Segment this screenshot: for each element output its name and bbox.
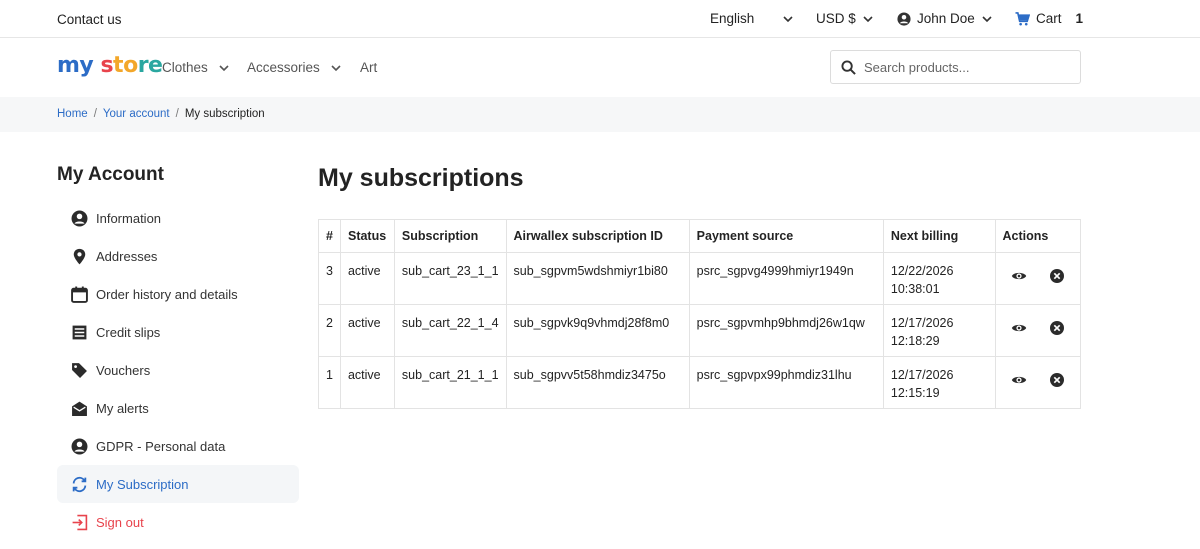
column-header: Airwallex subscription ID (505, 219, 690, 253)
cell-actions (994, 304, 1082, 357)
breadcrumb-separator: / (175, 108, 179, 120)
currency-label: USD $ (816, 11, 856, 26)
sync-icon (72, 476, 87, 492)
column-header: Next billing (882, 219, 996, 253)
language-selector[interactable]: English (710, 11, 794, 26)
breadcrumb: Home / Your account / My subscription (57, 108, 265, 120)
chevron-down-icon (219, 64, 229, 71)
cell-next-billing: 12/17/2026 12:18:29 (882, 304, 996, 357)
main-header: my store Clothes Accessories Art (0, 39, 1200, 96)
subscriptions-table: # Status Subscription Airwallex subscrip… (318, 219, 1082, 409)
nav-item-clothes[interactable]: Clothes (162, 60, 230, 75)
cell-status: active (339, 356, 395, 409)
tag-icon (72, 362, 87, 378)
account-menu: Information Addresses Order history and … (57, 199, 299, 541)
next-billing-time: 12:18:29 (890, 334, 940, 348)
cell-actions (994, 252, 1082, 305)
store-logo[interactable]: my store (57, 53, 163, 78)
location-pin-icon (73, 248, 86, 264)
column-header: Payment source (688, 219, 884, 253)
chevron-down-icon (982, 15, 992, 22)
next-billing-date: 12/17/2026 (890, 368, 954, 382)
calendar-icon (71, 286, 88, 303)
breadcrumb-account[interactable]: Your account (103, 108, 170, 120)
cart-icon (1015, 11, 1030, 25)
table-row: 2 active sub_cart_22_1_4 sub_sgpvk9q9vhm… (318, 304, 1082, 357)
sidebar-item-sign-out[interactable]: Sign out (57, 503, 299, 541)
search-icon[interactable] (841, 59, 856, 75)
sidebar-item-gdpr[interactable]: GDPR - Personal data (57, 427, 299, 465)
eye-icon[interactable] (1011, 372, 1027, 388)
document-lines-icon (72, 325, 87, 339)
next-billing-time: 10:38:01 (890, 282, 940, 296)
contact-link[interactable]: Contact us (57, 12, 122, 27)
table-header-row: # Status Subscription Airwallex subscrip… (318, 219, 1082, 253)
next-billing-time: 12:15:19 (890, 386, 940, 400)
nav-item-accessories[interactable]: Accessories (247, 60, 342, 75)
cell-next-billing: 12/17/2026 12:15:19 (882, 356, 996, 409)
cell-number: 1 (318, 356, 341, 409)
cancel-circle-icon[interactable] (1049, 320, 1065, 336)
sidebar-item-my-alerts[interactable]: My alerts (57, 389, 299, 427)
cancel-circle-icon[interactable] (1049, 372, 1065, 388)
user-circle-icon (71, 210, 88, 226)
user-menu[interactable]: John Doe (897, 11, 993, 26)
cart-button[interactable]: Cart 1 (1015, 11, 1083, 26)
sidebar-item-information[interactable]: Information (57, 199, 299, 237)
sidebar-title: My Account (57, 164, 164, 185)
cancel-circle-icon[interactable] (1049, 268, 1065, 284)
nav-item-art[interactable]: Art (360, 60, 377, 75)
cell-actions (994, 356, 1082, 409)
cell-payment-source: psrc_sgpvg4999hmiyr1949n (688, 252, 884, 305)
cell-airwallex-id: sub_sgpvv5t58hmdiz3475o (505, 356, 690, 409)
eye-icon[interactable] (1011, 320, 1027, 336)
sidebar-item-vouchers[interactable]: Vouchers (57, 351, 299, 389)
table-row: 1 active sub_cart_21_1_1 sub_sgpvv5t58hm… (318, 356, 1082, 409)
next-billing-date: 12/22/2026 (890, 264, 954, 278)
currency-selector[interactable]: USD $ (816, 11, 874, 26)
page-title: My subscriptions (318, 164, 524, 192)
eye-icon[interactable] (1011, 268, 1027, 284)
cell-airwallex-id: sub_sgpvk9q9vhmdj28f8m0 (505, 304, 690, 357)
cart-count-badge: 1 (1075, 11, 1084, 26)
column-header: Status (339, 219, 395, 253)
cart-label: Cart (1036, 11, 1062, 26)
chevron-down-icon (331, 64, 341, 71)
cell-airwallex-id: sub_sgpvm5wdshmiyr1bi80 (505, 252, 690, 305)
cell-subscription: sub_cart_21_1_1 (393, 356, 507, 409)
cell-status: active (339, 252, 395, 305)
search-box (830, 50, 1081, 84)
column-header: # (318, 219, 341, 253)
cell-subscription: sub_cart_22_1_4 (393, 304, 507, 357)
user-circle-icon (71, 438, 88, 454)
cell-number: 2 (318, 304, 341, 357)
envelope-open-icon (72, 401, 87, 416)
sidebar-item-order-history[interactable]: Order history and details (57, 275, 299, 313)
breadcrumb-bar: Home / Your account / My subscription (0, 97, 1200, 132)
chevron-down-icon (863, 15, 873, 22)
breadcrumb-home[interactable]: Home (57, 108, 88, 120)
search-input[interactable] (864, 59, 1064, 75)
cell-payment-source: psrc_sgpvpx99phmdiz31lhu (688, 356, 884, 409)
user-name: John Doe (917, 11, 975, 26)
cell-number: 3 (318, 252, 341, 305)
cell-payment-source: psrc_sgpvmhp9bhmdj26w1qw (688, 304, 884, 357)
next-billing-date: 12/17/2026 (890, 316, 954, 330)
sign-out-icon (72, 514, 88, 530)
column-header: Subscription (393, 219, 507, 253)
sidebar-item-credit-slips[interactable]: Credit slips (57, 313, 299, 351)
table-row: 3 active sub_cart_23_1_1 sub_sgpvm5wdshm… (318, 252, 1082, 305)
breadcrumb-separator: / (93, 108, 97, 120)
breadcrumb-current: My subscription (184, 108, 265, 120)
sidebar-item-my-subscription[interactable]: My Subscription (57, 465, 299, 503)
chevron-down-icon (783, 15, 793, 22)
cell-next-billing: 12/22/2026 10:38:01 (882, 252, 996, 305)
top-bar: Contact us English USD $ John Doe Cart 1 (0, 0, 1200, 38)
user-circle-icon (897, 11, 911, 26)
cell-status: active (339, 304, 395, 357)
sidebar-item-addresses[interactable]: Addresses (57, 237, 299, 275)
language-label: English (710, 11, 755, 26)
cell-subscription: sub_cart_23_1_1 (393, 252, 507, 305)
column-header: Actions (994, 219, 1082, 253)
